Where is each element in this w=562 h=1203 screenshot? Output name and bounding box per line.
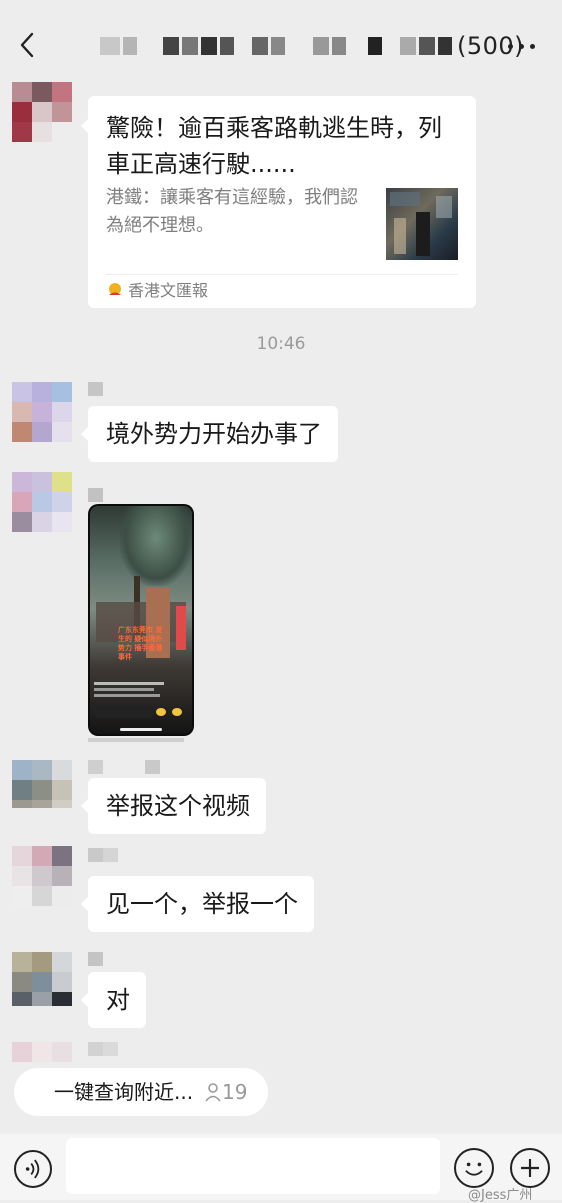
chevron-left-icon[interactable] [14, 30, 42, 60]
avatar[interactable] [12, 82, 72, 142]
source-logo-icon [109, 283, 121, 295]
sender-name [88, 488, 103, 502]
emoji-icon[interactable] [454, 1148, 494, 1188]
video-screenshot [90, 506, 192, 734]
nearby-query-label: 一键查询附近... [54, 1080, 194, 1104]
video-caption: 广东东莞市 发生的 疑似境外势力 插手香港事件 [118, 626, 163, 661]
chat-header: (500) [0, 0, 562, 86]
nearby-query-count: 19 [222, 1080, 248, 1104]
sender-name [88, 952, 103, 966]
image-footer-strip [88, 738, 184, 742]
avatar[interactable] [12, 846, 72, 906]
avatar[interactable] [12, 760, 72, 808]
text-message[interactable]: 境外势力开始办事了 [81, 406, 338, 462]
link-card-message[interactable]: 驚險！逾百乘客路軌逃生時，列車正高速行駛...... 港鐵：讓乘客有這經驗，我們… [81, 96, 476, 308]
avatar[interactable] [12, 952, 72, 1006]
chat-title: (500) [100, 32, 524, 60]
link-card-source: 香港文匯報 [128, 281, 209, 300]
card-divider [106, 274, 458, 275]
message-timestamp: 10:46 [256, 334, 306, 354]
sender-name [88, 760, 160, 774]
link-card-description: 港鐵：讓乘客有這經驗，我們認為絕不理想。 [106, 187, 358, 236]
message-input[interactable] [66, 1138, 440, 1194]
avatar[interactable] [12, 472, 72, 532]
person-icon [205, 1083, 221, 1102]
text-message[interactable]: 对 [81, 972, 146, 1028]
image-message[interactable]: 广东东莞市 发生的 疑似境外势力 插手香港事件 [88, 504, 194, 736]
text-message[interactable]: 举报这个视频 [81, 778, 266, 834]
text-message[interactable]: 见一个，举报一个 [81, 876, 314, 932]
avatar[interactable] [12, 382, 72, 442]
link-card-thumbnail [386, 188, 458, 260]
sender-name [88, 1042, 118, 1056]
link-card-title: 驚險！逾百乘客路軌逃生時，列車正高速行駛...... [106, 114, 442, 178]
sender-name [88, 848, 118, 862]
avatar[interactable] [12, 1042, 72, 1064]
plus-icon[interactable] [510, 1148, 550, 1188]
more-dots-icon[interactable] [508, 36, 544, 56]
voice-icon[interactable] [14, 1150, 52, 1188]
watermark: @Jess广州 [468, 1188, 533, 1203]
sender-name [88, 382, 103, 396]
nearby-query-pill[interactable]: 一键查询附近... 19 [14, 1068, 268, 1116]
